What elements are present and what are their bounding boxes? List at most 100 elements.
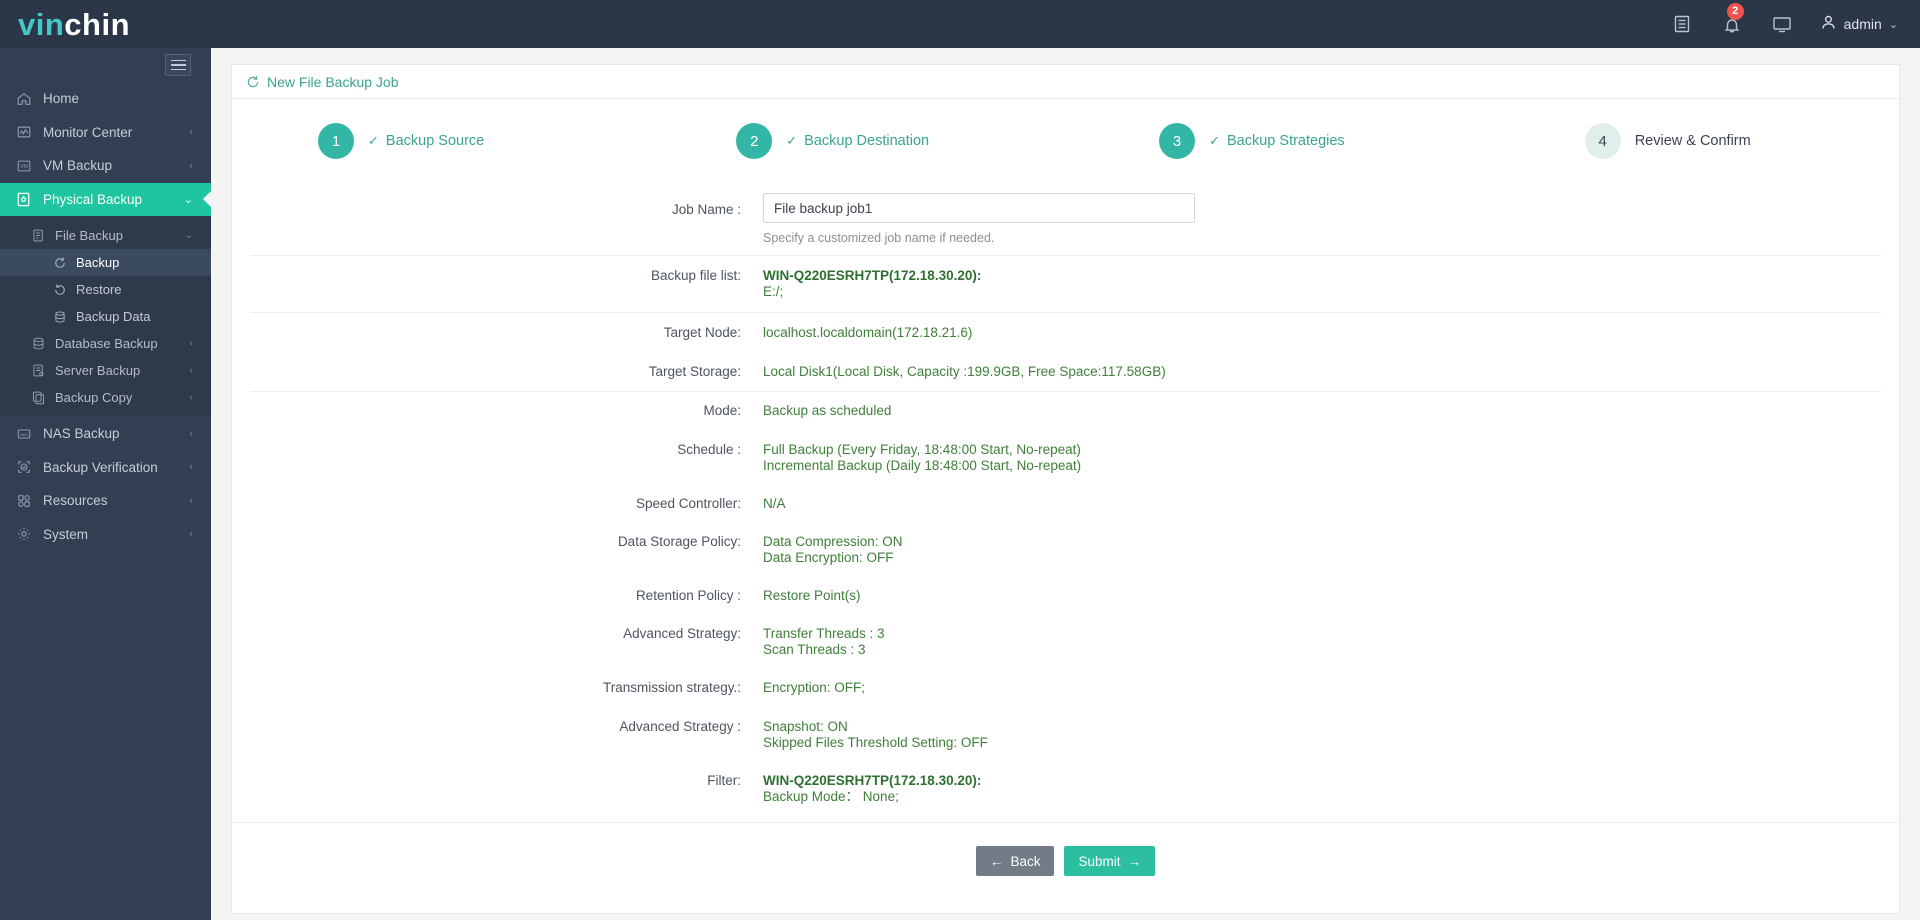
sidebar-item-vm-backup[interactable]: VM VM Backup ‹: [0, 149, 211, 183]
row-speed-controller: Speed Controller: N/A: [250, 485, 1881, 523]
row-data-storage-policy: Data Storage Policy: Data Compression: O…: [250, 523, 1881, 577]
data-encryption-value: Data Encryption: OFF: [763, 549, 894, 565]
sidebar-item-physical-backup[interactable]: Physical Backup ⌄: [0, 182, 211, 216]
sidebar-item-home[interactable]: Home: [0, 82, 211, 116]
svg-text:VM: VM: [20, 164, 28, 170]
chevron-icon: ‹: [189, 392, 193, 403]
target-storage-value: Local Disk1(Local Disk, Capacity :199.9G…: [763, 364, 1166, 380]
submit-button[interactable]: Submit →: [1064, 846, 1156, 877]
transfer-threads-value: Transfer Threads : 3: [763, 626, 885, 642]
job-name-input[interactable]: [763, 193, 1195, 223]
refresh-icon: [52, 255, 68, 271]
nas-icon: NAS: [14, 424, 33, 443]
sidebar-item-file-backup[interactable]: File Backup ⌄: [0, 222, 211, 249]
sidebar-item-backup[interactable]: Backup: [0, 249, 211, 276]
sidebar-item-backup-verification[interactable]: Backup Verification ‹: [0, 451, 211, 485]
chevron-icon: ‹: [189, 159, 193, 172]
wizard-panel: New File Backup Job 1 ✓ Backup Source 2 …: [231, 64, 1900, 914]
step-label-wrap: Review & Confirm: [1635, 133, 1751, 149]
sidebar-item-monitor-center[interactable]: Monitor Center ‹: [0, 116, 211, 150]
user-avatar-icon: [1820, 14, 1837, 34]
display-monitor-icon[interactable]: [1770, 12, 1794, 36]
svg-text:NAS: NAS: [19, 432, 28, 437]
transmission-strategy-label: Transmission strategy.:: [602, 680, 741, 696]
filter-backup-mode: Backup Mode： None;: [763, 788, 899, 804]
job-name-label: Job Name :: [671, 202, 741, 217]
step-label: Backup Destination: [804, 133, 930, 149]
step-label-wrap: ✓ Backup Source: [368, 133, 484, 149]
sidebar-item-label: Server Backup: [55, 363, 141, 378]
speed-controller-value: N/A: [763, 495, 786, 511]
sidebar-item-label: VM Backup: [43, 158, 113, 174]
step-backup-source[interactable]: 1 ✓ Backup Source: [318, 123, 484, 159]
step-number: 2: [736, 123, 773, 159]
user-name-label: admin: [1843, 16, 1882, 32]
target-node-value: localhost.localdomain(172.18.21.6): [763, 325, 973, 341]
physical-backup-submenu: File Backup ⌄ Backup Restore Backup Data…: [0, 216, 211, 417]
row-backup-file-list: Backup file list: WIN-Q220ESRH7TP(172.18…: [250, 256, 1881, 314]
sidebar-item-backup-copy[interactable]: Backup Copy ‹: [0, 384, 211, 411]
copy-icon: [30, 389, 47, 406]
page-title: New File Backup Job: [267, 73, 399, 90]
sidebar-item-label: Backup Copy: [55, 390, 133, 405]
back-button-label: Back: [1010, 853, 1041, 869]
sidebar-item-label: Physical Backup: [43, 191, 143, 207]
schedule-line-full: Full Backup (Every Friday, 18:48:00 Star…: [763, 441, 1081, 457]
row-transmission-strategy: Transmission strategy.: Encryption: OFF;: [250, 669, 1881, 707]
sidebar-item-label: Restore: [76, 282, 122, 297]
chevron-down-icon: ⌄: [184, 230, 193, 241]
advanced-strategy-label: Advanced Strategy:: [623, 626, 741, 642]
sidebar-item-backup-data[interactable]: Backup Data: [0, 303, 211, 330]
sidebar-item-label: Home: [43, 91, 80, 107]
back-button[interactable]: ← Back: [975, 846, 1055, 877]
schedule-line-incremental: Incremental Backup (Daily 18:48:00 Start…: [763, 457, 1082, 473]
row-target-node: Target Node: localhost.localdomain(172.1…: [250, 313, 1881, 353]
check-icon: ✓: [1209, 133, 1220, 148]
sidebar-item-restore[interactable]: Restore: [0, 276, 211, 303]
server-icon: [14, 190, 33, 209]
data-storage-policy-label: Data Storage Policy:: [617, 533, 741, 549]
sidebar-item-resources[interactable]: Resources ‹: [0, 484, 211, 518]
target-storage-label: Target Storage:: [648, 364, 741, 380]
notification-bell-icon[interactable]: 2: [1720, 3, 1744, 36]
file-list-icon: [30, 227, 47, 244]
sidebar-item-database-backup[interactable]: Database Backup ‹: [0, 330, 211, 357]
logs-icon[interactable]: [1670, 12, 1694, 36]
check-icon: ✓: [786, 133, 798, 148]
chevron-down-icon: ⌄: [1888, 18, 1898, 31]
skipped-files-threshold-value: Skipped Files Threshold Setting: OFF: [763, 734, 988, 750]
sidebar-item-system[interactable]: System ‹: [0, 518, 211, 552]
home-icon: [14, 89, 33, 108]
sidebar-collapse-row: [0, 48, 211, 82]
review-form: Job Name : Specify a customized job name…: [232, 183, 1899, 816]
retention-policy-value: Restore Point(s): [763, 588, 861, 604]
row-schedule: Schedule : Full Backup (Every Friday, 18…: [250, 431, 1881, 485]
row-retention-policy: Retention Policy : Restore Point(s): [250, 577, 1881, 615]
step-label: Review & Confirm: [1634, 133, 1751, 149]
retention-policy-label: Retention Policy :: [635, 588, 741, 604]
sidebar-item-server-backup[interactable]: Server Backup ‹: [0, 357, 211, 384]
check-icon: ✓: [368, 133, 379, 148]
sidebar-item-nas-backup[interactable]: NAS NAS Backup ‹: [0, 417, 211, 451]
step-backup-strategies[interactable]: 3 ✓ Backup Strategies: [1159, 123, 1345, 159]
step-review-confirm[interactable]: 4 Review & Confirm: [1584, 123, 1751, 159]
arrow-left-icon: ←: [989, 853, 1004, 869]
step-backup-destination[interactable]: 2 ✓ Backup Destination: [736, 123, 929, 159]
sidebar-item-label: Backup Verification: [43, 459, 158, 475]
restore-icon: [52, 282, 68, 298]
step-number: 3: [1159, 123, 1196, 159]
sidebar: Home Monitor Center ‹ VM VM Backup ‹ Phy…: [0, 48, 211, 920]
app-logo[interactable]: vin chin: [0, 0, 211, 48]
target-node-label: Target Node:: [663, 325, 741, 341]
user-menu[interactable]: admin ⌄: [1820, 14, 1898, 34]
chevron-icon: ‹: [189, 461, 193, 474]
backup-file-list-path: E:/;: [763, 284, 784, 300]
hamburger-menu-icon[interactable]: [165, 54, 191, 76]
step-label: Backup Source: [385, 133, 485, 149]
server-list-icon: [30, 362, 47, 379]
refresh-icon[interactable]: [246, 75, 260, 89]
advanced-strategy-2-label: Advanced Strategy :: [619, 718, 741, 734]
main-content: New File Backup Job 1 ✓ Backup Source 2 …: [211, 48, 1920, 920]
submit-button-label: Submit: [1078, 853, 1121, 869]
row-job-name: Job Name : Specify a customized job name…: [250, 183, 1881, 256]
